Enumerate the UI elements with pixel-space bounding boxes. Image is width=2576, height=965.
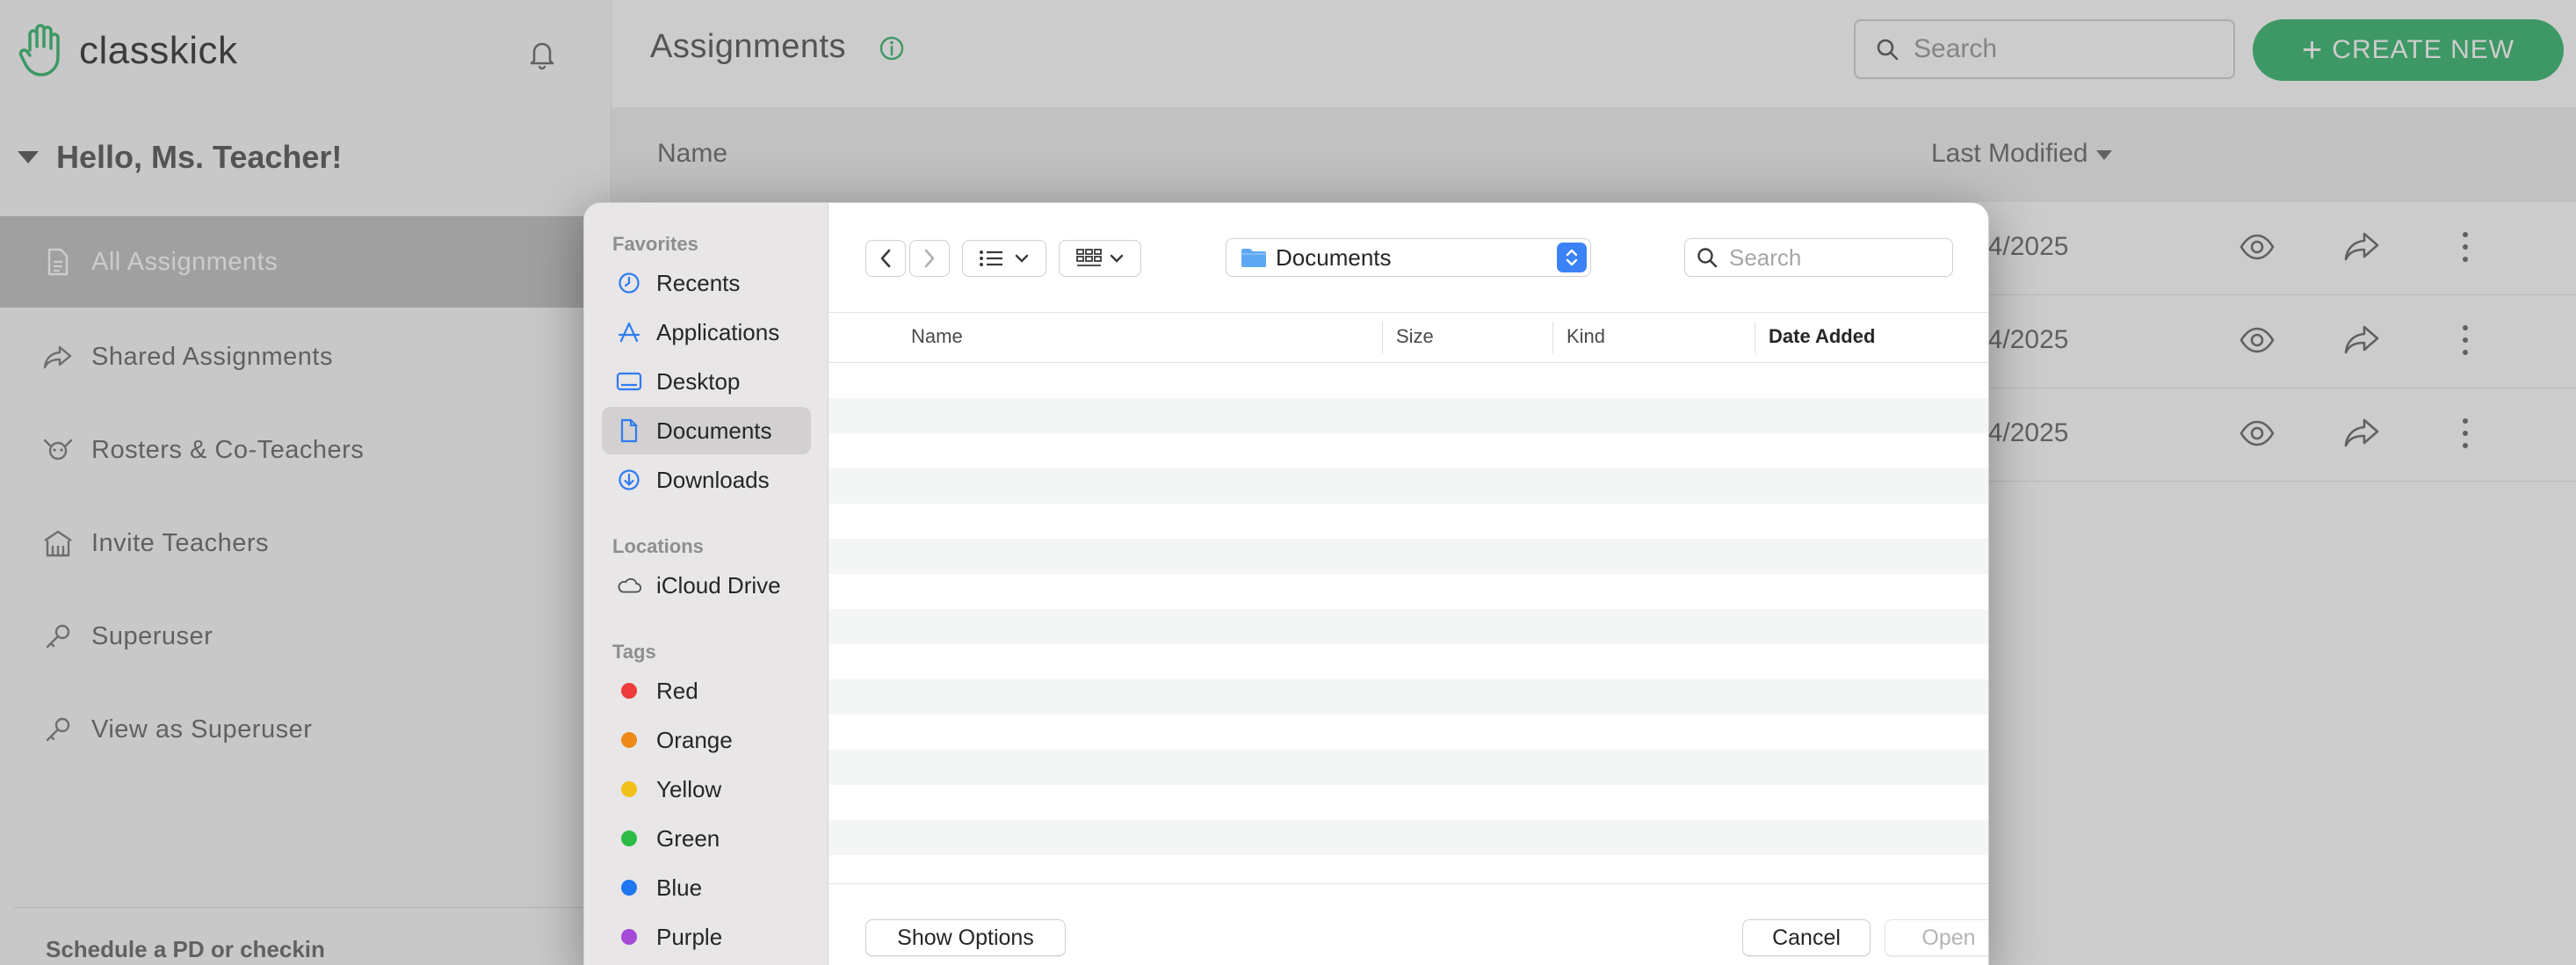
list-row-stripe <box>829 750 1988 785</box>
sidebar-item-icloud-drive[interactable]: iCloud Drive <box>602 562 811 609</box>
tag-dot-icon <box>621 732 637 748</box>
dialog-content: Documents Search Name Size Kind Date Add… <box>829 203 1988 965</box>
chevron-left-icon <box>880 249 891 268</box>
column-date-added[interactable]: Date Added <box>1769 325 1875 348</box>
tag-dot-icon <box>621 683 637 699</box>
sidebar-tag-orange[interactable]: Orange <box>602 716 811 764</box>
sidebar-item-label: Purple <box>656 923 723 950</box>
favorites-header: Favorites <box>612 233 698 255</box>
download-icon <box>616 467 642 493</box>
tag-dot-icon <box>621 831 637 846</box>
sidebar-item-label: Desktop <box>656 367 741 395</box>
show-options-button[interactable]: Show Options <box>865 919 1066 956</box>
tag-dot-icon <box>621 781 637 797</box>
sidebar-item-label: Blue <box>656 874 703 901</box>
search-icon <box>1697 248 1718 268</box>
sidebar-item-label: Downloads <box>656 466 770 493</box>
sidebar-item-label: Yellow <box>656 775 722 802</box>
location-label: Documents <box>1276 243 1392 271</box>
applications-icon <box>616 319 642 345</box>
sidebar-item-recents[interactable]: Recents <box>602 259 811 307</box>
file-list-header: Name Size Kind Date Added <box>829 312 1988 363</box>
file-open-dialog: Favorites Recents Applications Desktop D… <box>583 202 1989 965</box>
column-kind[interactable]: Kind <box>1567 325 1605 348</box>
sidebar-tag-green[interactable]: Green <box>602 815 811 862</box>
cancel-button[interactable]: Cancel <box>1742 919 1870 956</box>
list-view-icon <box>980 250 1002 266</box>
locations-header: Locations <box>612 535 704 557</box>
location-popup[interactable]: Documents <box>1226 238 1591 277</box>
chevron-down-icon <box>1110 254 1124 263</box>
sidebar-tag-yellow[interactable]: Yellow <box>602 765 811 813</box>
list-view-button[interactable] <box>962 240 1046 277</box>
clock-icon <box>616 270 642 296</box>
list-row-stripe <box>829 820 1988 855</box>
sidebar-item-label: Applications <box>656 318 780 345</box>
desktop-icon <box>616 368 642 395</box>
list-row-stripe <box>829 679 1988 715</box>
sidebar-item-downloads[interactable]: Downloads <box>602 456 811 504</box>
sidebar-item-label: Documents <box>656 417 772 444</box>
open-button[interactable]: Open <box>1885 919 1988 956</box>
chevron-down-icon <box>1015 254 1029 263</box>
sidebar-tag-red[interactable]: Red <box>602 667 811 715</box>
list-row-stripe <box>829 539 1988 574</box>
chevron-right-icon <box>924 249 935 268</box>
sidebar-item-label: Orange <box>656 726 733 753</box>
sidebar-item-applications[interactable]: Applications <box>602 308 811 356</box>
dialog-footer: Show Options Cancel Open <box>829 883 1988 965</box>
search-placeholder: Search <box>1729 243 1802 271</box>
sidebar-tag-blue[interactable]: Blue <box>602 864 811 911</box>
sidebar-item-label: Recents <box>656 269 741 296</box>
grid-view-icon <box>1076 249 1102 266</box>
folder-icon <box>1241 249 1266 267</box>
column-divider[interactable] <box>1382 322 1383 353</box>
column-size[interactable]: Size <box>1396 325 1434 348</box>
document-icon <box>616 417 642 444</box>
updown-chevron-icon <box>1557 243 1587 272</box>
sidebar-tag-purple[interactable]: Purple <box>602 913 811 961</box>
list-row-stripe <box>829 398 1988 433</box>
tag-dot-icon <box>621 929 637 945</box>
file-list[interactable] <box>829 363 1988 864</box>
back-button[interactable] <box>865 240 906 277</box>
forward-button[interactable] <box>909 240 950 277</box>
column-divider[interactable] <box>1552 322 1553 353</box>
sidebar-item-label: Green <box>656 824 720 852</box>
dialog-search-input[interactable]: Search <box>1684 238 1953 277</box>
list-row-stripe <box>829 468 1988 504</box>
sidebar-item-label: Red <box>656 677 698 704</box>
sidebar-item-desktop[interactable]: Desktop <box>602 358 811 405</box>
tag-dot-icon <box>621 880 637 896</box>
grid-view-button[interactable] <box>1059 240 1141 277</box>
cloud-icon <box>616 572 642 599</box>
sidebar-item-label: iCloud Drive <box>656 571 781 599</box>
column-name[interactable]: Name <box>911 325 963 348</box>
sidebar-item-documents[interactable]: Documents <box>602 407 811 454</box>
dialog-sidebar: Favorites Recents Applications Desktop D… <box>584 203 829 965</box>
list-row-stripe <box>829 609 1988 644</box>
tags-header: Tags <box>612 641 656 663</box>
